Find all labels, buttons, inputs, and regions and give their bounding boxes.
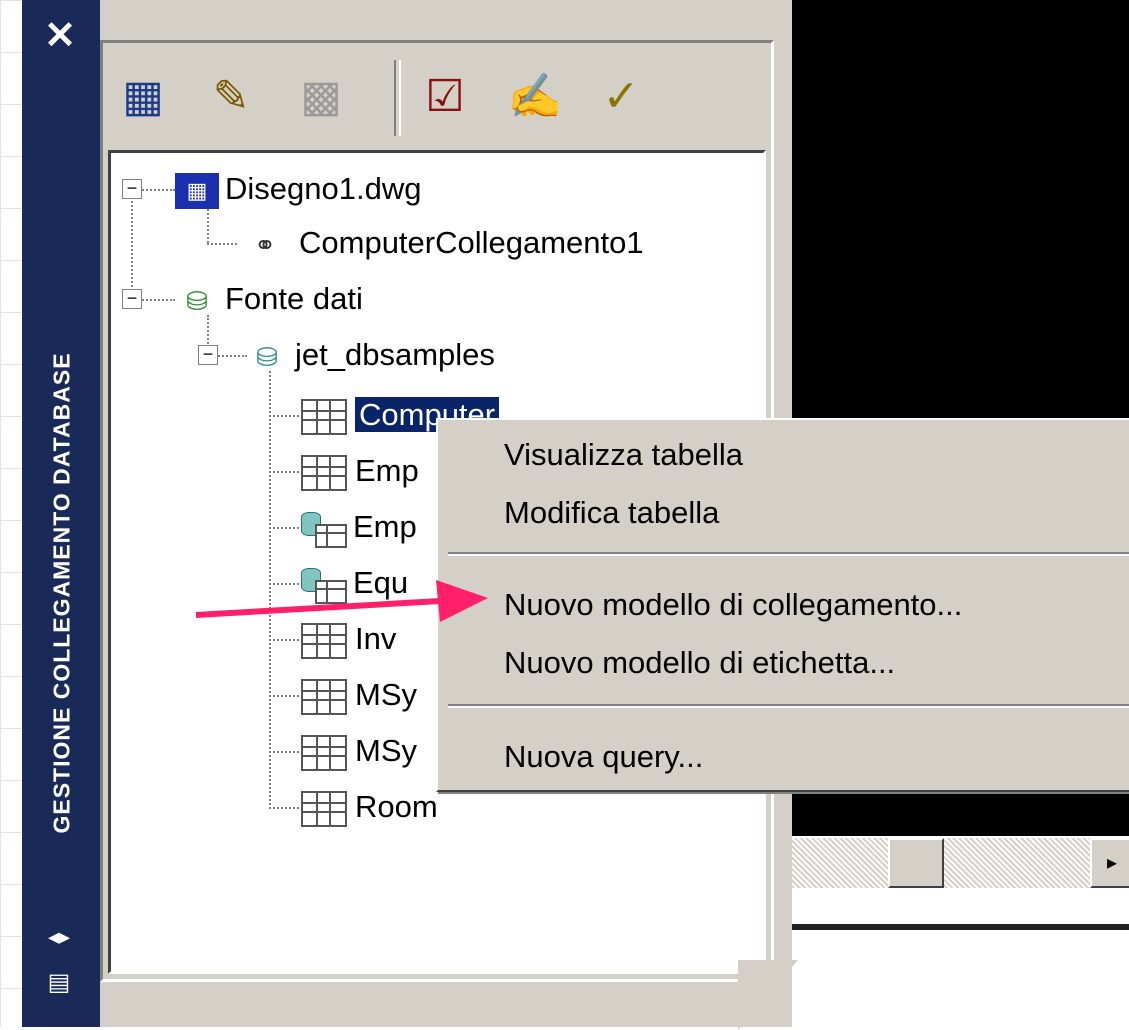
tree-line (269, 695, 299, 697)
edit-table-icon[interactable]: ✎ (200, 66, 262, 128)
node-label: Disegno1.dwg (225, 171, 422, 206)
collapse-toggle[interactable]: − (198, 345, 218, 365)
table-icon (301, 678, 347, 715)
auto-hide-icon[interactable]: ◂▸ (46, 922, 72, 952)
properties-icon[interactable]: ▤ (46, 968, 72, 998)
node-label: Inv (355, 621, 397, 656)
node-label: MSy (355, 677, 417, 712)
status-area (770, 888, 1129, 1027)
link-icon: ⚭ (254, 229, 276, 260)
tree-line (269, 415, 299, 417)
tree-node-table[interactable]: Emp (301, 447, 419, 495)
tree-node-drawing[interactable]: ▦ Disegno1.dwg (175, 165, 421, 213)
tree-line (269, 751, 299, 753)
tree-line (269, 639, 299, 641)
menu-item-new-query[interactable]: Nuova query... (504, 732, 703, 782)
data-sources-icon: ⛁ (186, 285, 208, 316)
table-icon (301, 790, 347, 827)
tree-line (131, 189, 133, 299)
link-template-icon[interactable]: ☑ (414, 66, 476, 128)
query-icon[interactable]: ▩ (290, 66, 352, 128)
menu-separator (448, 704, 1129, 708)
tree-node-table[interactable]: Inv (301, 615, 396, 663)
horizontal-scrollbar[interactable]: ▸ (770, 836, 1129, 890)
tree-line (269, 527, 299, 529)
menu-item-view-table[interactable]: Visualizza tabella (504, 430, 743, 480)
database-icon: ⛁ (256, 341, 278, 372)
divider (770, 924, 1129, 930)
menu-separator (448, 552, 1129, 556)
context-menu: Visualizza tabella Modifica tabella Nuov… (436, 418, 1129, 792)
tree-line (269, 807, 299, 809)
toolbar: ▦ ✎ ▩ ☑ ✍ ✓ (104, 48, 760, 146)
node-label: Emp (353, 509, 417, 544)
chevron-right-icon: ▸ (1106, 852, 1118, 874)
table-icon (301, 622, 347, 659)
node-label: MSy (355, 733, 417, 768)
palette-title: GESTIONE COLLEGAMENTO DATABASE (48, 352, 75, 834)
table-icon (301, 454, 347, 491)
view-icon (301, 511, 347, 548)
table-icon (301, 734, 347, 771)
table-icon (301, 398, 347, 435)
check-icon[interactable]: ✓ (590, 66, 652, 128)
node-label: Room (355, 789, 438, 824)
tree-node-view[interactable]: Emp (301, 503, 417, 551)
node-label: ComputerCollegamento1 (299, 225, 644, 260)
tree-node-data-sources[interactable]: ⛁ Fonte dati (175, 275, 363, 323)
tree-node-table[interactable]: MSy (301, 727, 417, 775)
close-icon[interactable]: ✕ (42, 17, 78, 55)
menu-item-edit-table[interactable]: Modifica tabella (504, 488, 719, 538)
node-label: Emp (355, 453, 419, 488)
node-label: Fonte dati (225, 281, 363, 316)
scroll-thumb[interactable] (888, 838, 944, 888)
tree-line (269, 371, 271, 809)
node-label: jet_dbsamples (295, 337, 495, 372)
table-icon[interactable]: ▦ (112, 66, 174, 128)
label-template-icon[interactable]: ✍ (504, 66, 566, 128)
tree-node-table[interactable]: Room (301, 783, 438, 831)
toolbar-separator (394, 60, 401, 136)
tree-line (269, 583, 299, 585)
collapse-toggle[interactable]: − (122, 179, 142, 199)
drawing-icon: ▦ (175, 172, 219, 209)
tree-node-table[interactable]: MSy (301, 671, 417, 719)
collapse-toggle[interactable]: − (122, 289, 142, 309)
tree-line (207, 243, 237, 245)
node-label: Equ (353, 565, 409, 600)
menu-item-new-link-template[interactable]: Nuovo modello di collegamento... (504, 580, 962, 630)
menu-item-new-label-template[interactable]: Nuovo modello di etichetta... (504, 638, 895, 688)
tree-node-view[interactable]: Equ (301, 559, 408, 607)
view-icon (301, 567, 347, 604)
tree-node-link[interactable]: ⚭ ComputerCollegamento1 (237, 219, 644, 267)
tree-node-database[interactable]: ⛁ jet_dbsamples (245, 331, 495, 379)
tree-line (269, 471, 299, 473)
scroll-right-button[interactable]: ▸ (1090, 838, 1129, 888)
scroll-track[interactable] (770, 838, 1129, 888)
